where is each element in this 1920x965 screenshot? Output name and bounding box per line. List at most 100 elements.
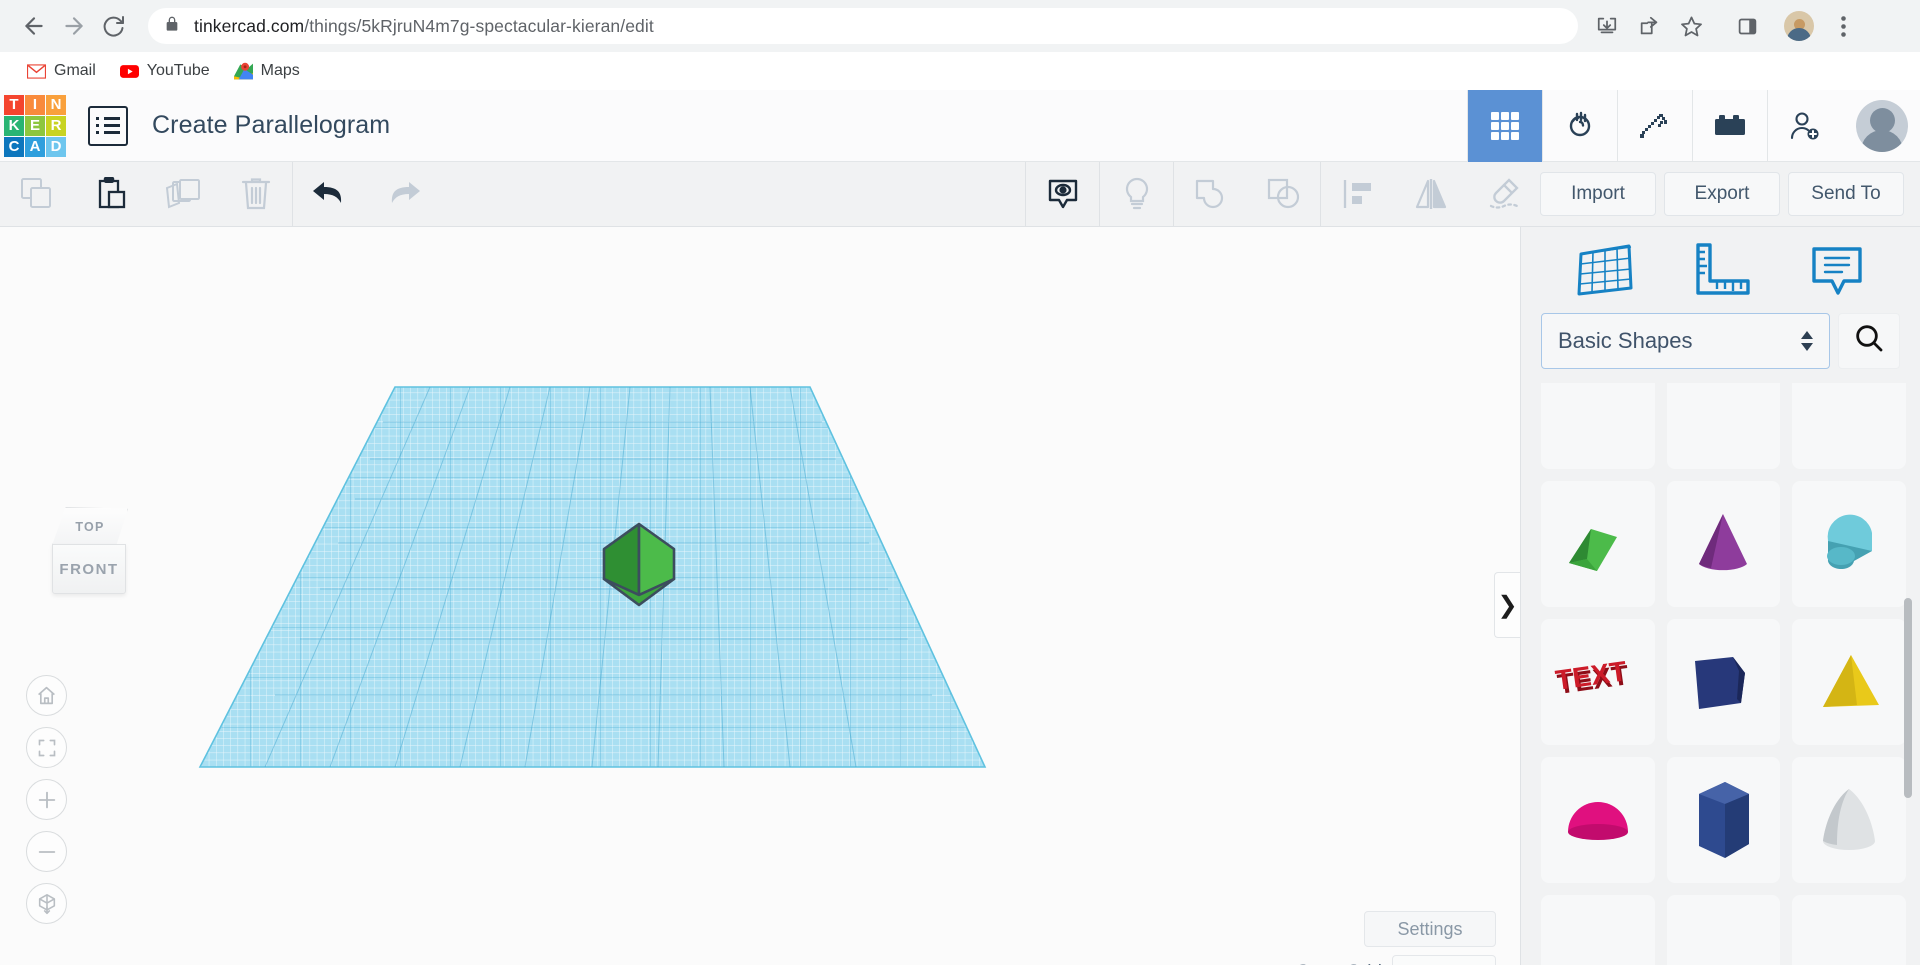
invite-people-icon[interactable] bbox=[1767, 90, 1842, 162]
bookmark-gmail[interactable]: Gmail bbox=[18, 57, 105, 86]
downloads-icon[interactable] bbox=[1588, 7, 1626, 45]
settings-button[interactable]: Settings bbox=[1364, 911, 1496, 947]
bookmark-star-icon[interactable] bbox=[1672, 7, 1710, 45]
mirror-icon[interactable] bbox=[1394, 162, 1467, 227]
workplane-icon[interactable] bbox=[1575, 240, 1637, 300]
half-sphere-icon bbox=[1558, 792, 1638, 848]
shape-half-sphere[interactable] bbox=[1541, 757, 1655, 883]
logo-cell: A bbox=[25, 137, 45, 157]
codeblocks-icon[interactable] bbox=[1617, 90, 1692, 162]
lego-brick-icon[interactable] bbox=[1692, 90, 1767, 162]
shape-partial-top-1[interactable] bbox=[1541, 383, 1655, 469]
shapes-grid: TEXT TEXT bbox=[1541, 383, 1906, 965]
delete-icon[interactable] bbox=[219, 162, 292, 227]
cone-icon bbox=[1685, 508, 1761, 580]
shape-partial-top-2[interactable] bbox=[1667, 383, 1781, 469]
shape-category-value: Basic Shapes bbox=[1558, 328, 1693, 354]
group-icon[interactable] bbox=[1174, 162, 1247, 227]
shapes-scroll-area[interactable]: TEXT TEXT bbox=[1521, 383, 1920, 965]
shape-round-roof[interactable] bbox=[1792, 481, 1906, 607]
hex-prism-icon bbox=[1687, 772, 1759, 868]
logo-cell: I bbox=[25, 95, 45, 115]
share-icon[interactable] bbox=[1630, 7, 1668, 45]
undo-icon[interactable] bbox=[293, 162, 366, 227]
shape-search-row: Basic Shapes bbox=[1521, 313, 1920, 369]
shape-polygon-box[interactable] bbox=[1667, 619, 1781, 745]
shape-partial-bottom-2[interactable] bbox=[1667, 895, 1781, 965]
logo-cell: D bbox=[46, 137, 66, 157]
logo-cell: R bbox=[46, 116, 66, 136]
search-icon bbox=[1853, 322, 1885, 359]
chrome-profile-avatar[interactable] bbox=[1784, 11, 1814, 41]
hamburger-list-icon[interactable] bbox=[88, 106, 128, 146]
home-view-icon[interactable] bbox=[26, 675, 67, 716]
shape-category-select[interactable]: Basic Shapes bbox=[1541, 313, 1830, 369]
import-button[interactable]: Import bbox=[1540, 172, 1656, 216]
shape-wedge[interactable] bbox=[1541, 481, 1655, 607]
reload-button[interactable] bbox=[94, 6, 134, 46]
stepper-icon[interactable] bbox=[1801, 331, 1813, 351]
shape-partial-bottom-1[interactable] bbox=[1541, 895, 1655, 965]
ruler-icon[interactable] bbox=[1692, 241, 1752, 299]
copy-icon[interactable] bbox=[0, 162, 73, 227]
paste-icon[interactable] bbox=[73, 162, 146, 227]
pyramid-icon bbox=[1809, 647, 1889, 717]
shape-pyramid[interactable] bbox=[1792, 619, 1906, 745]
view-cube-front-face[interactable]: FRONT bbox=[52, 544, 126, 594]
align-icon[interactable] bbox=[1321, 162, 1394, 227]
export-button[interactable]: Export bbox=[1664, 172, 1780, 216]
lock-icon bbox=[164, 15, 180, 38]
back-button[interactable] bbox=[14, 6, 54, 46]
shape-partial-bottom-3[interactable] bbox=[1792, 895, 1906, 965]
snap-grid-dropdown[interactable]: 1.0 mm bbox=[1392, 955, 1496, 965]
maps-icon bbox=[234, 62, 253, 81]
shapes-panel: Basic Shapes bbox=[1520, 227, 1920, 965]
bookmark-maps[interactable]: Maps bbox=[225, 57, 309, 86]
shape-hexagonal-prism[interactable] bbox=[1667, 757, 1781, 883]
zoom-in-icon[interactable] bbox=[26, 779, 67, 820]
3d-designs-icon[interactable] bbox=[1467, 90, 1542, 162]
3d-canvas[interactable]: Workplane TOP FRONT bbox=[0, 227, 1520, 965]
duplicate-icon[interactable] bbox=[146, 162, 219, 227]
view-cube-top-face[interactable]: TOP bbox=[52, 507, 128, 547]
collapse-panel-handle[interactable]: ❯ bbox=[1494, 572, 1520, 638]
logo-cell: N bbox=[46, 95, 66, 115]
shape-partial-top-3[interactable] bbox=[1792, 383, 1906, 469]
chrome-menu-icon[interactable] bbox=[1824, 7, 1862, 45]
logo-cell: T bbox=[4, 95, 24, 115]
view-cube[interactable]: TOP FRONT bbox=[38, 507, 143, 607]
ungroup-icon[interactable] bbox=[1247, 162, 1320, 227]
tinkercad-logo[interactable]: T I N K E R C A D bbox=[4, 95, 66, 157]
app-header: T I N K E R C A D Create Parallelogram bbox=[0, 90, 1920, 162]
show-hide-icon[interactable] bbox=[1026, 162, 1099, 227]
shape-paraboloid[interactable] bbox=[1792, 757, 1906, 883]
shape-cone[interactable] bbox=[1667, 481, 1781, 607]
bookmark-label: Gmail bbox=[54, 62, 96, 80]
bookmark-youtube[interactable]: YouTube bbox=[111, 57, 219, 86]
polygon-box-icon bbox=[1681, 647, 1765, 717]
ortho-perspective-icon[interactable] bbox=[26, 883, 67, 924]
shapes-scrollbar[interactable] bbox=[1908, 423, 1916, 965]
hole-lightbulb-icon[interactable] bbox=[1100, 162, 1173, 227]
fit-to-view-icon[interactable] bbox=[26, 727, 67, 768]
side-panel-icon[interactable] bbox=[1728, 7, 1766, 45]
shape-text[interactable]: TEXT TEXT bbox=[1541, 619, 1655, 745]
search-button[interactable] bbox=[1838, 313, 1900, 369]
snap-magnet-icon[interactable] bbox=[1467, 162, 1540, 227]
note-icon[interactable] bbox=[1808, 241, 1866, 299]
browser-actions bbox=[1588, 7, 1862, 45]
forward-button[interactable] bbox=[54, 6, 94, 46]
zoom-out-icon[interactable] bbox=[26, 831, 67, 872]
url-path: /things/5kRjruN4m7g-spectacular-kieran/e… bbox=[304, 16, 654, 36]
address-bar[interactable]: tinkercad.com/things/5kRjruN4m7g-spectac… bbox=[148, 8, 1578, 44]
edit-toolbar: Import Export Send To bbox=[0, 162, 1920, 227]
redo-icon[interactable] bbox=[366, 162, 439, 227]
circuits-icon[interactable] bbox=[1542, 90, 1617, 162]
youtube-icon bbox=[120, 62, 139, 81]
avatar[interactable] bbox=[1856, 100, 1908, 152]
shapes-scrollbar-thumb[interactable] bbox=[1904, 598, 1912, 798]
io-buttons: Import Export Send To bbox=[1540, 172, 1920, 216]
url-domain: tinkercad.com bbox=[194, 16, 304, 36]
send-to-button[interactable]: Send To bbox=[1788, 172, 1904, 216]
canvas-bottom-controls: Settings Snap Grid 1.0 mm bbox=[1296, 911, 1496, 965]
